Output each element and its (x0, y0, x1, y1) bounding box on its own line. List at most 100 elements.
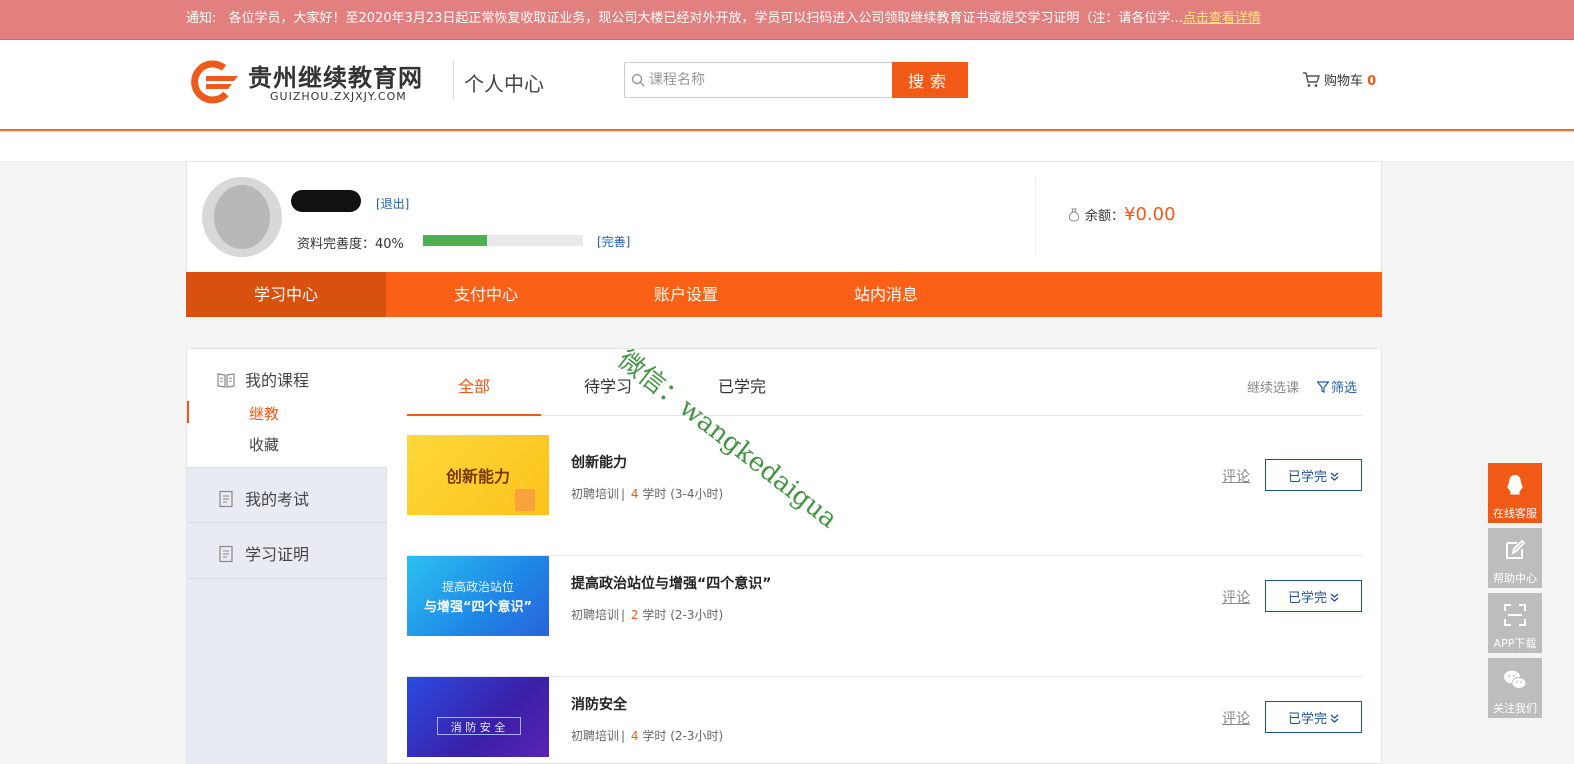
username-redacted (291, 190, 361, 212)
sidebar: 我的课程 继教 收藏 我的考试 学习证明 (187, 349, 387, 764)
sidebar-item-label: 学习证明 (245, 545, 310, 564)
search-bar: 搜索 (624, 62, 968, 98)
course-hours-unit: 学时 (642, 608, 667, 622)
course-hours: 4 (630, 487, 639, 501)
course-hours: 4 (630, 729, 639, 743)
chevron-down-icon (1330, 593, 1339, 602)
certificate-icon (219, 545, 233, 563)
filter-button[interactable]: 筛选 (1317, 377, 1357, 396)
comment-link[interactable]: 评论 (1222, 466, 1250, 486)
exam-paper-icon (219, 490, 233, 508)
course-status-button[interactable]: 已学完 (1265, 459, 1362, 491)
course-list-panel: 全部 待学习 已学完 继续选课 筛选 创新能力 创新能力 初聘培训 | 4 学时 … (407, 349, 1363, 764)
course-tabs: 全部 待学习 已学完 继续选课 筛选 (407, 349, 1363, 416)
content-panel: 我的课程 继教 收藏 我的考试 学习证明 全部 待学习 已学完 继续选课 筛选 … (186, 348, 1382, 764)
search-icon (631, 73, 645, 87)
course-title[interactable]: 创新能力 (571, 452, 627, 472)
qq-icon (1507, 475, 1523, 495)
course-duration: (2-3小时) (670, 729, 724, 743)
course-thumbnail-subtitle: 与增强“四个意识” (423, 600, 533, 615)
course-category: 初聘培训 (571, 608, 620, 622)
search-input[interactable] (649, 63, 889, 97)
comment-link[interactable]: 评论 (1222, 587, 1250, 607)
header-spacer (0, 133, 1574, 161)
scan-icon (1504, 604, 1526, 626)
sidebar-subitem-continuing-education[interactable]: 继教 (249, 403, 279, 424)
nav-study-center[interactable]: 学习中心 (186, 272, 386, 317)
sidebar-item-certificates-head: 学习证明 (217, 541, 387, 565)
nav-account-settings[interactable]: 账户设置 (586, 272, 786, 317)
sidebar-item-my-exams[interactable]: 我的考试 (187, 467, 387, 523)
profile-completeness-label: 资料完善度：40% (297, 237, 404, 252)
course-item: 消 防 安 全 消防安全 初聘培训 | 4 学时 (2-3小时) 评论 已学完 (407, 677, 1363, 764)
nav-payment-center[interactable]: 支付中心 (386, 272, 586, 317)
course-hours-unit: 学时 (642, 487, 667, 501)
course-status-button[interactable]: 已学完 (1265, 701, 1362, 733)
wechat-icon (1504, 670, 1527, 689)
continue-selecting-link[interactable]: 继续选课 (1247, 377, 1299, 396)
cart-icon (1303, 72, 1320, 87)
course-status-label: 已学完 (1287, 711, 1327, 727)
filter-icon (1317, 381, 1329, 393)
filter-label: 筛选 (1331, 381, 1358, 396)
cart-count: 0 (1367, 74, 1377, 89)
search-button[interactable]: 搜索 (892, 62, 968, 98)
book-icon (217, 373, 235, 388)
course-hours: 2 (630, 608, 639, 622)
chevron-down-icon (1330, 714, 1339, 723)
course-meta: 初聘培训 | 2 学时 (2-3小时) (571, 608, 724, 622)
float-label: 关注我们 (1493, 702, 1537, 715)
balance: 余额：¥0.00 (1067, 204, 1176, 225)
sidebar-subitem-favorites[interactable]: 收藏 (249, 434, 279, 455)
follow-us-button[interactable]: 关注我们 (1488, 658, 1542, 718)
course-thumbnail[interactable]: 创新能力 (407, 435, 549, 515)
profile-completeness-fill (423, 235, 487, 246)
notice-bar: 通知: 各位学员，大家好！至2020年3月23日起正常恢复收取证业务，现公司大楼… (0, 0, 1574, 40)
logo-name: 贵州继续教育网 (248, 64, 423, 92)
course-status-button[interactable]: 已学完 (1265, 580, 1362, 612)
course-title[interactable]: 消防安全 (571, 694, 627, 714)
sidebar-my-courses: 我的课程 继教 收藏 (187, 349, 387, 467)
course-title[interactable]: 提高政治站位与增强“四个意识” (571, 573, 771, 593)
sidebar-active-indicator (187, 401, 189, 423)
tab-all[interactable]: 全部 (407, 373, 541, 416)
cart-link[interactable]: 购物车 0 (1302, 70, 1376, 89)
nav-site-messages[interactable]: 站内消息 (786, 272, 986, 317)
page-title: 个人中心 (464, 72, 544, 96)
course-item: 提高政治站位 与增强“四个意识” 提高政治站位与增强“四个意识” 初聘培训 | 2… (407, 556, 1363, 677)
thumbnail-decoration (515, 489, 535, 511)
improve-profile-link[interactable]: [完善] (597, 233, 630, 250)
logo-domain: GUIZHOU.ZXJXJY.COM (270, 90, 407, 103)
online-service-button[interactable]: 在线客服 (1488, 463, 1542, 523)
float-label: APP下载 (1493, 637, 1537, 650)
course-category: 初聘培训 (571, 487, 620, 501)
app-download-button[interactable]: APP下载 (1488, 593, 1542, 653)
course-category: 初聘培训 (571, 729, 620, 743)
course-item: 创新能力 创新能力 初聘培训 | 4 学时 (3-4小时) 评论 已学完 (407, 435, 1363, 556)
profile-divider (1035, 178, 1036, 256)
course-hours-unit: 学时 (642, 729, 667, 743)
cart-label: 购物车 (1324, 74, 1364, 89)
sidebar-item-my-exams-head: 我的考试 (217, 486, 387, 510)
course-thumbnail-title: 提高政治站位 (441, 580, 514, 594)
logout-link[interactable]: [退出] (376, 195, 409, 212)
course-status-label: 已学完 (1287, 590, 1327, 606)
notice-label: 通知: (186, 11, 217, 26)
course-thumbnail[interactable]: 消 防 安 全 (407, 677, 549, 757)
chevron-down-icon (1330, 472, 1339, 481)
notice-detail-link[interactable]: 点击查看详情 (1183, 11, 1261, 26)
edit-icon (1506, 539, 1526, 559)
course-thumbnail-title: 消 防 安 全 (450, 721, 506, 734)
help-center-button[interactable]: 帮助中心 (1488, 528, 1542, 588)
avatar[interactable] (202, 177, 282, 257)
comment-link[interactable]: 评论 (1222, 708, 1250, 728)
course-thumbnail[interactable]: 提高政治站位 与增强“四个意识” (407, 556, 549, 636)
balance-amount: ¥0.00 (1124, 204, 1176, 225)
float-label: 在线客服 (1493, 507, 1537, 520)
notice-text: 各位学员，大家好！至2020年3月23日起正常恢复收取证业务，现公司大楼已经对外… (228, 11, 1183, 26)
sidebar-item-my-courses[interactable]: 我的课程 (217, 367, 387, 391)
site-logo[interactable]: 贵州继续教育网 GUIZHOU.ZXJXJY.COM (188, 56, 440, 106)
balance-label: 余额： (1085, 209, 1125, 224)
profile-completeness-bar (423, 235, 583, 246)
sidebar-item-certificates[interactable]: 学习证明 (187, 523, 387, 579)
